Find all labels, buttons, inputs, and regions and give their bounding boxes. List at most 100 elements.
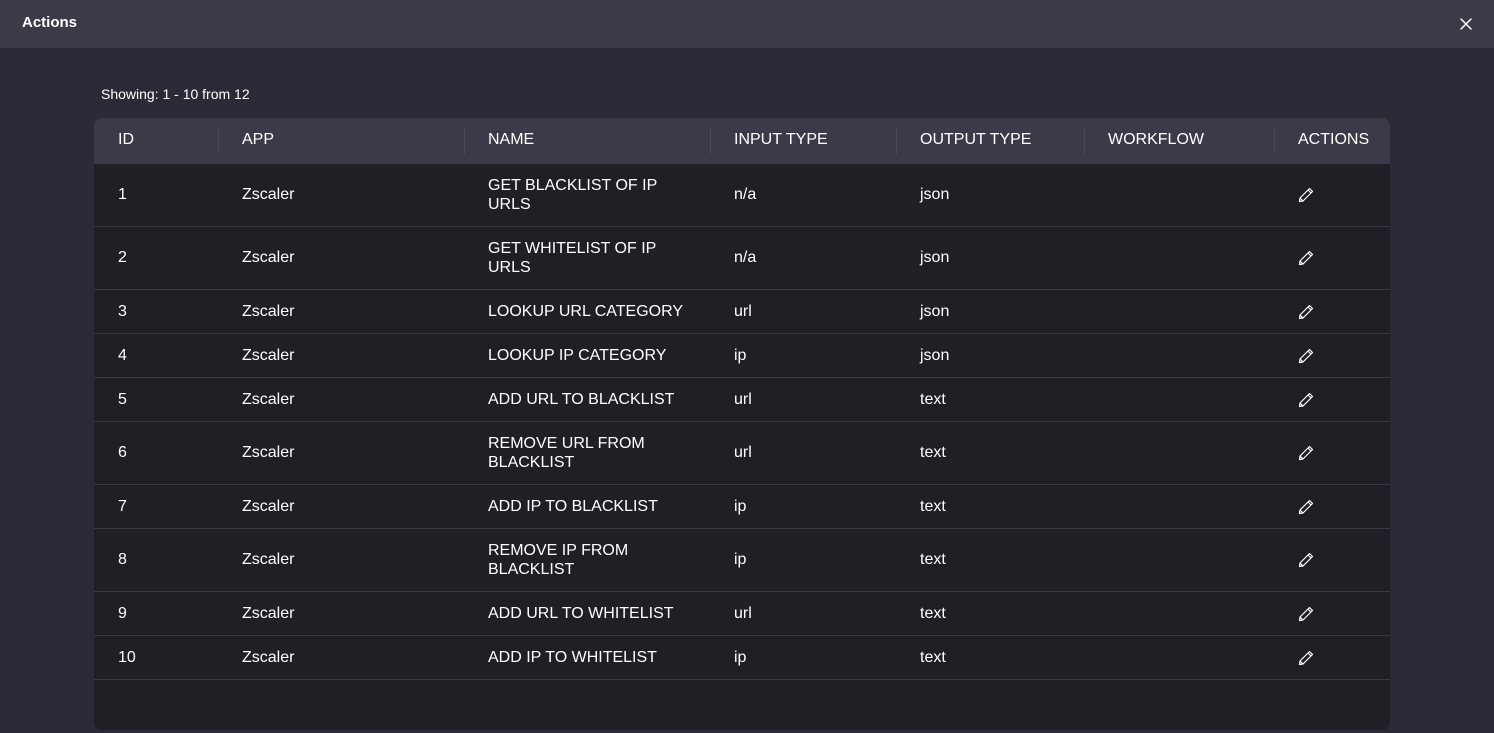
cell-name: GET WHITELIST OF IP URLS: [488, 240, 657, 276]
cell-id: 7: [118, 497, 127, 515]
cell-app: Zscaler: [242, 551, 295, 568]
cell-input-type: ip: [734, 346, 747, 364]
edit-button[interactable]: [1298, 529, 1314, 591]
cell-app: Zscaler: [242, 390, 295, 408]
cell-output-type: json: [920, 249, 950, 266]
dialog-titlebar: Actions: [0, 0, 1494, 48]
cell-app: Zscaler: [242, 604, 295, 622]
cell-app: Zscaler: [242, 302, 295, 320]
column-divider: [218, 128, 219, 154]
cell-output-type: text: [920, 551, 946, 568]
cell-output-type: text: [920, 444, 946, 461]
pencil-icon: [1298, 445, 1314, 461]
cell-id: 5: [118, 390, 127, 408]
cell-name: LOOKUP IP CATEGORY: [488, 347, 667, 364]
pencil-icon: [1298, 650, 1314, 665]
cell-id: 4: [118, 346, 127, 364]
pencil-icon: [1298, 187, 1314, 203]
cell-app: Zscaler: [242, 648, 295, 666]
edit-button[interactable]: [1298, 422, 1314, 484]
column-header-id[interactable]: ID: [118, 118, 134, 164]
cell-id: 2: [118, 249, 127, 266]
cell-output-type: text: [920, 497, 946, 515]
table-row[interactable]: 10 Zscaler ADD IP TO WHITELIST ip text: [94, 636, 1390, 680]
cell-input-type: url: [734, 444, 752, 461]
table-row[interactable]: 4 Zscaler LOOKUP IP CATEGORY ip json: [94, 334, 1390, 378]
cell-input-type: n/a: [734, 249, 757, 266]
column-header-input-type[interactable]: INPUT TYPE: [734, 118, 828, 164]
cell-id: 8: [118, 551, 127, 568]
pencil-icon: [1298, 304, 1314, 319]
cell-input-type: url: [734, 604, 752, 622]
close-icon: [1460, 18, 1472, 30]
table-row[interactable]: 9 Zscaler ADD URL TO WHITELIST url text: [94, 592, 1390, 636]
cell-input-type: ip: [734, 551, 747, 568]
table-row[interactable]: 7 Zscaler ADD IP TO BLACKLIST ip text: [94, 485, 1390, 529]
cell-name: REMOVE IP FROM BLACKLIST: [488, 542, 629, 578]
cell-output-type: text: [920, 390, 946, 408]
edit-button[interactable]: [1298, 290, 1314, 333]
pencil-icon: [1298, 392, 1314, 407]
cell-name: ADD URL TO WHITELIST: [488, 605, 674, 622]
cell-input-type: ip: [734, 497, 747, 515]
cell-id: 9: [118, 604, 127, 622]
column-divider: [710, 128, 711, 154]
cell-input-type: url: [734, 390, 752, 408]
cell-app: Zscaler: [242, 497, 295, 515]
cell-name: ADD URL TO BLACKLIST: [488, 391, 675, 408]
pencil-icon: [1298, 552, 1314, 568]
column-divider: [464, 128, 465, 154]
close-button[interactable]: [1456, 14, 1476, 34]
table-row[interactable]: 6 Zscaler REMOVE URL FROM BLACKLIST url …: [94, 422, 1390, 485]
cell-input-type: url: [734, 302, 752, 320]
column-header-app[interactable]: APP: [242, 118, 274, 164]
column-header-actions: ACTIONS: [1298, 131, 1370, 148]
pencil-icon: [1298, 348, 1314, 363]
dialog-title: Actions: [22, 14, 78, 31]
table-row[interactable]: 8 Zscaler REMOVE IP FROM BLACKLIST ip te…: [94, 529, 1390, 592]
pencil-icon: [1298, 606, 1314, 621]
cell-input-type: ip: [734, 648, 747, 666]
cell-name: ADD IP TO WHITELIST: [488, 649, 657, 666]
column-header-workflow[interactable]: WORKFLOW: [1108, 118, 1204, 164]
column-header-output-type[interactable]: OUTPUT TYPE: [920, 118, 1031, 164]
cell-app: Zscaler: [242, 444, 295, 461]
table-row[interactable]: 3 Zscaler LOOKUP URL CATEGORY url json: [94, 290, 1390, 334]
cell-id: 3: [118, 302, 127, 320]
table-row[interactable]: 1 Zscaler GET BLACKLIST OF IP URLS n/a j…: [94, 164, 1390, 227]
cell-id: 6: [118, 444, 127, 461]
cell-app: Zscaler: [242, 346, 295, 364]
cell-input-type: n/a: [734, 186, 757, 203]
edit-button[interactable]: [1298, 164, 1314, 226]
cell-output-type: text: [920, 648, 946, 666]
actions-table: ID APP NAME INPUT TYPE OUTPUT TYPE WORKF…: [94, 118, 1390, 730]
cell-output-type: json: [920, 346, 950, 364]
cell-output-type: json: [920, 186, 950, 203]
cell-name: GET BLACKLIST OF IP URLS: [488, 177, 657, 213]
cell-id: 1: [118, 186, 127, 203]
cell-id: 10: [118, 648, 136, 666]
table-header: ID APP NAME INPUT TYPE OUTPUT TYPE WORKF…: [94, 118, 1390, 164]
column-divider: [1274, 128, 1275, 154]
table-row[interactable]: 5 Zscaler ADD URL TO BLACKLIST url text: [94, 378, 1390, 422]
pencil-icon: [1298, 499, 1314, 514]
column-divider: [1084, 128, 1085, 154]
column-divider: [896, 128, 897, 154]
cell-name: LOOKUP URL CATEGORY: [488, 303, 684, 320]
cell-name: REMOVE URL FROM BLACKLIST: [488, 435, 645, 471]
pagination-summary: Showing: 1 - 10 from 12: [101, 86, 250, 102]
cell-output-type: text: [920, 604, 946, 622]
edit-button[interactable]: [1298, 592, 1314, 635]
edit-button[interactable]: [1298, 378, 1314, 421]
cell-app: Zscaler: [242, 186, 295, 203]
cell-name: ADD IP TO BLACKLIST: [488, 498, 658, 515]
table-row[interactable]: 2 Zscaler GET WHITELIST OF IP URLS n/a j…: [94, 227, 1390, 290]
edit-button[interactable]: [1298, 334, 1314, 377]
edit-button[interactable]: [1298, 636, 1314, 679]
pencil-icon: [1298, 250, 1314, 266]
edit-button[interactable]: [1298, 485, 1314, 528]
edit-button[interactable]: [1298, 227, 1314, 289]
column-header-name[interactable]: NAME: [488, 118, 534, 164]
cell-output-type: json: [920, 302, 950, 320]
cell-app: Zscaler: [242, 249, 295, 266]
